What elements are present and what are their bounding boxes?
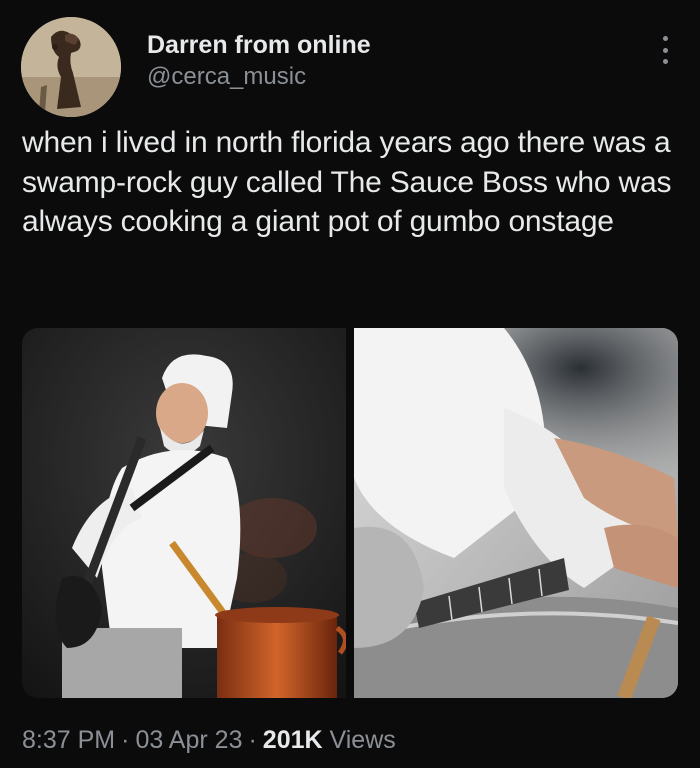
meta-separator: · <box>248 726 257 754</box>
avatar-image <box>21 17 121 117</box>
views-count: 201K <box>262 726 323 754</box>
tweet-meta: 8:37 PM · 03 Apr 23 · 201K Views <box>22 722 396 758</box>
media-grid <box>22 328 678 698</box>
tweet-time[interactable]: 8:37 PM <box>22 726 115 754</box>
media-photo-1[interactable] <box>22 328 346 698</box>
photo-performer-guitar-chef-hat-icon <box>22 328 346 698</box>
tweet-text: when i lived in north florida years ago … <box>22 126 672 238</box>
photo-guitar-in-pot-icon <box>354 328 678 698</box>
display-name[interactable]: Darren from online <box>147 30 371 60</box>
views-label: Views <box>329 726 396 754</box>
avatar[interactable] <box>21 17 121 117</box>
media-photo-2[interactable] <box>354 328 678 698</box>
meta-separator: · <box>121 726 130 754</box>
user-handle[interactable]: @cerca_music <box>147 62 371 92</box>
tweet: Darren from online @cerca_music when i l… <box>0 0 700 768</box>
tweet-date[interactable]: 03 Apr 23 <box>135 726 242 754</box>
author-info: Darren from online @cerca_music <box>147 30 371 92</box>
more-options-icon[interactable] <box>658 36 672 64</box>
